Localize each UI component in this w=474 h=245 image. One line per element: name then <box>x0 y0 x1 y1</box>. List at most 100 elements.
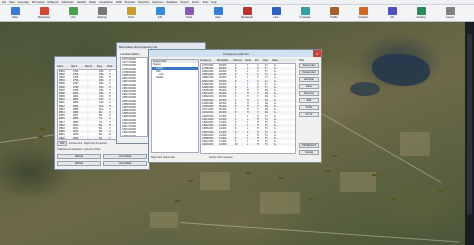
menu-item-repeater[interactable]: Repeater <box>125 1 136 4</box>
add-button[interactable]: Add <box>57 141 67 146</box>
toolbar-label: Settings <box>97 16 107 19</box>
menu-item-tools[interactable]: Tools <box>202 1 208 4</box>
map-scrollbar[interactable] <box>465 22 474 245</box>
toolbar-button-layout[interactable]: Layout <box>439 6 461 21</box>
table-cell: R522 <box>59 136 65 140</box>
frequency-plan-titlebar[interactable]: Frequency plan list ✕ <box>149 50 321 57</box>
side-button-insert[interactable]: Insert <box>299 84 319 89</box>
toolbar-button-settings[interactable]: Settings <box>91 6 113 21</box>
toolbar-label: Rectangle <box>241 16 253 19</box>
frequency-plan-window: Frequency plan list ✕ System Plan System… <box>148 49 322 163</box>
frequency-plan-title: Frequency plan list <box>223 51 249 56</box>
site-marker[interactable] <box>372 174 377 176</box>
table-row[interactable]: 14626.000 14.000 10 L H Tx A... <box>201 143 295 147</box>
site-marker[interactable] <box>278 177 283 179</box>
side-button-to-tx[interactable]: To Tx <box>299 112 319 117</box>
tools2-icon <box>184 7 194 15</box>
toolbar-button-microwave[interactable]: Microwave <box>33 6 55 21</box>
menu-item-multipoint[interactable]: Multipoint <box>47 1 58 4</box>
toolbar-button-analysis[interactable]: Analysis <box>352 6 374 21</box>
toolbar-button-profile[interactable]: Profile <box>323 6 345 21</box>
site-marker[interactable] <box>438 190 443 192</box>
wizard-button[interactable]: Wizard <box>57 154 101 159</box>
settings-icon <box>97 7 107 15</box>
site-marker[interactable] <box>325 170 330 172</box>
microwave-window-title: Microwave link frequency list <box>119 44 158 49</box>
menu-item-radar[interactable]: Radar <box>89 1 96 4</box>
toolbar-label: Info <box>157 16 163 19</box>
side-button-remove[interactable]: Remove <box>299 91 319 96</box>
site-marker[interactable] <box>246 172 251 174</box>
toolbar-label: Tools <box>127 16 135 19</box>
table-cell: A... <box>274 143 278 147</box>
site-marker[interactable] <box>308 198 313 200</box>
toolbar-label: Profile <box>330 16 338 19</box>
menu-item-satellite[interactable]: Satellite <box>77 1 86 4</box>
menu-item-localization[interactable]: Localization <box>99 1 113 4</box>
menu-item-spectrum[interactable]: Spectrum <box>152 1 163 4</box>
toolbar-label: Analysis <box>358 16 368 19</box>
toolbar-button-info[interactable]: Info <box>149 6 171 21</box>
coverage-icon <box>300 7 310 15</box>
lake-area <box>350 82 380 96</box>
ok-button[interactable]: OK/SELECT <box>299 143 319 148</box>
menu-item-file[interactable]: File <box>2 1 6 4</box>
scrollbar-thumb[interactable] <box>467 34 472 214</box>
site-marker[interactable] <box>188 180 193 182</box>
frequency-value-list[interactable]: 13770.00000 13777.00000 13784.00000 13791.0… <box>120 57 148 137</box>
toolbar-button-viewing[interactable]: Viewing <box>410 6 432 21</box>
side-button-delete-plan[interactable]: Delete plan <box>299 70 319 75</box>
toolbar-button-coverage[interactable]: Coverage <box>294 6 316 21</box>
toolbar-button-tools[interactable]: Tools <box>120 6 142 21</box>
frequency-table[interactable]: 12770.000 28.000 1 L V Tx A... 12798.000 28.000 2… <box>200 62 296 154</box>
side-button-add-plan[interactable]: Add plan <box>299 77 319 82</box>
toolbar-button-data[interactable]: Data <box>4 6 26 21</box>
menu-item-server[interactable]: Server <box>192 1 200 4</box>
site-marker[interactable] <box>175 200 180 202</box>
viewing-icon <box>416 7 426 15</box>
toolbar-label: Line <box>273 16 279 19</box>
close-button[interactable]: ✕ <box>313 50 321 57</box>
toolbar-button-3d[interactable]: 3D <box>381 6 403 21</box>
side-button-edit[interactable]: Edit <box>299 98 319 103</box>
table-cell: 5G <box>99 136 103 140</box>
menu-item-data[interactable]: Data <box>9 1 14 4</box>
map-road <box>179 222 460 243</box>
site-marker[interactable] <box>40 128 45 130</box>
site-marker[interactable] <box>332 155 337 157</box>
toolbar-label: Help <box>215 16 221 19</box>
info-icon <box>155 7 165 15</box>
uncertified-button-2[interactable]: Uncertified <box>103 161 147 166</box>
menu-item-help[interactable]: Help <box>211 1 216 4</box>
menu-item-microwave[interactable]: Microwave <box>32 1 44 4</box>
menu-item-pmr[interactable]: PMR <box>116 1 122 4</box>
menu-item-search[interactable]: Search <box>180 1 188 4</box>
toolbar-button-tools[interactable]: Tools <box>178 6 200 21</box>
toolbar-button-link[interactable]: Link <box>62 6 84 21</box>
menu-item-coverage[interactable]: Coverage <box>18 1 29 4</box>
table-cell: 10 <box>235 143 238 147</box>
menu-item-subscriber[interactable]: Subscriber <box>61 1 73 4</box>
table-cell: ... <box>87 136 89 140</box>
menu-item-detection[interactable]: Detection <box>138 1 149 4</box>
side-button-select-plan[interactable]: Select plan <box>299 63 319 68</box>
list-item[interactable]: 13938.00000 <box>121 135 147 136</box>
cancel-button[interactable]: Cancel <box>299 150 319 155</box>
uncertified-button[interactable]: Uncertified <box>103 154 147 159</box>
plan-tree-panel[interactable]: System Plan System 13GHz 15G Link 18GHz <box>151 59 199 153</box>
3d-icon <box>387 7 397 15</box>
toolbar-button-help[interactable]: Help <box>207 6 229 21</box>
side-button-to-rx[interactable]: To Rx <box>299 105 319 110</box>
link-icon <box>68 7 78 15</box>
menu-item-database[interactable]: Database <box>166 1 177 4</box>
toolbar-label: Microwave <box>37 16 51 19</box>
tree-item[interactable]: 18GHz <box>152 76 198 79</box>
toolbar-button-rectangle[interactable]: Rectangle <box>236 6 258 21</box>
table-cell: 14.000 <box>219 143 227 147</box>
site-marker[interactable] <box>392 198 397 200</box>
map-field <box>260 192 300 214</box>
profile-icon <box>329 7 339 15</box>
wizard-button-2[interactable]: Wizard <box>57 161 101 166</box>
site-marker[interactable] <box>38 136 43 138</box>
toolbar-button-line[interactable]: Line <box>265 6 287 21</box>
